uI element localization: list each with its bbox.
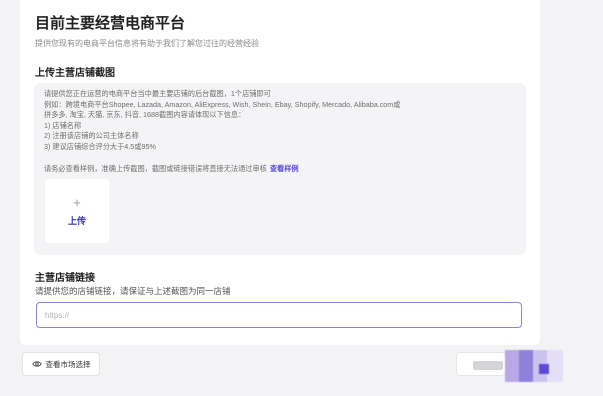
upload-button[interactable]: + 上传 bbox=[45, 179, 109, 243]
secondary-button[interactable] bbox=[456, 352, 506, 376]
page-title: 目前主要经营电商平台 bbox=[35, 15, 186, 32]
instruction-line: 3) 建议店铺综合评分大于4.5或95% bbox=[44, 141, 156, 151]
instruction-line: 1) 店铺名称 bbox=[44, 120, 82, 130]
screenshot-info-box: 请提供您正在运营的电商平台当中最主要店铺的后台截图，1个店铺即可 例如：跨境电商… bbox=[34, 83, 526, 255]
store-link-input[interactable] bbox=[36, 302, 522, 328]
page-subtitle: 提供您现有的电商平台信息将有助于我们了解您过往的经营经验 bbox=[35, 39, 259, 48]
link-section-title: 主营店铺链接 bbox=[35, 273, 95, 284]
plus-icon: + bbox=[73, 195, 81, 210]
notice: 请务必查看样例，准确上传截图，截图或链接错误将直接无法通过审核 查看样例 bbox=[44, 164, 299, 174]
blurred-mark bbox=[539, 364, 549, 374]
view-sample-link[interactable]: 查看样例 bbox=[270, 164, 299, 173]
blurred-action-button[interactable] bbox=[505, 350, 563, 382]
instruction-line: 请提供您正在运营的电商平台当中最主要店铺的后台截图，1个店铺即可 bbox=[44, 89, 271, 98]
instruction-line: 例如：跨境电商平台Shopee, Lazada, Amazon, AliExpr… bbox=[44, 99, 401, 109]
instruction-line: 2) 注册该店铺的公司主体名称 bbox=[44, 131, 139, 140]
instructions: 请提供您正在运营的电商平台当中最主要店铺的后台截图，1个店铺即可 例如：跨境电商… bbox=[44, 89, 514, 152]
view-market-selection-button[interactable]: 查看市场选择 bbox=[22, 352, 100, 376]
blurred-label bbox=[473, 361, 503, 370]
main-card: 目前主要经营电商平台 提供您现有的电商平台信息将有助于我们了解您过往的经营经验 … bbox=[20, 0, 540, 345]
instruction-line: 拼多多, 淘宝, 天猫, 京东, 抖音, 1688截图内容请体现以下信息： bbox=[44, 110, 246, 119]
upload-label: 上传 bbox=[67, 216, 86, 226]
view-market-selection-label: 查看市场选择 bbox=[45, 359, 91, 369]
notice-text: 请务必查看样例，准确上传截图，截图或链接错误将直接无法通过审核 bbox=[44, 164, 267, 173]
screenshot-section-title: 上传主营店铺截图 bbox=[35, 68, 115, 79]
link-section-description: 请提供您的店铺链接，请保证与上述截图为同一店铺 bbox=[35, 286, 231, 296]
eye-icon bbox=[31, 361, 42, 367]
